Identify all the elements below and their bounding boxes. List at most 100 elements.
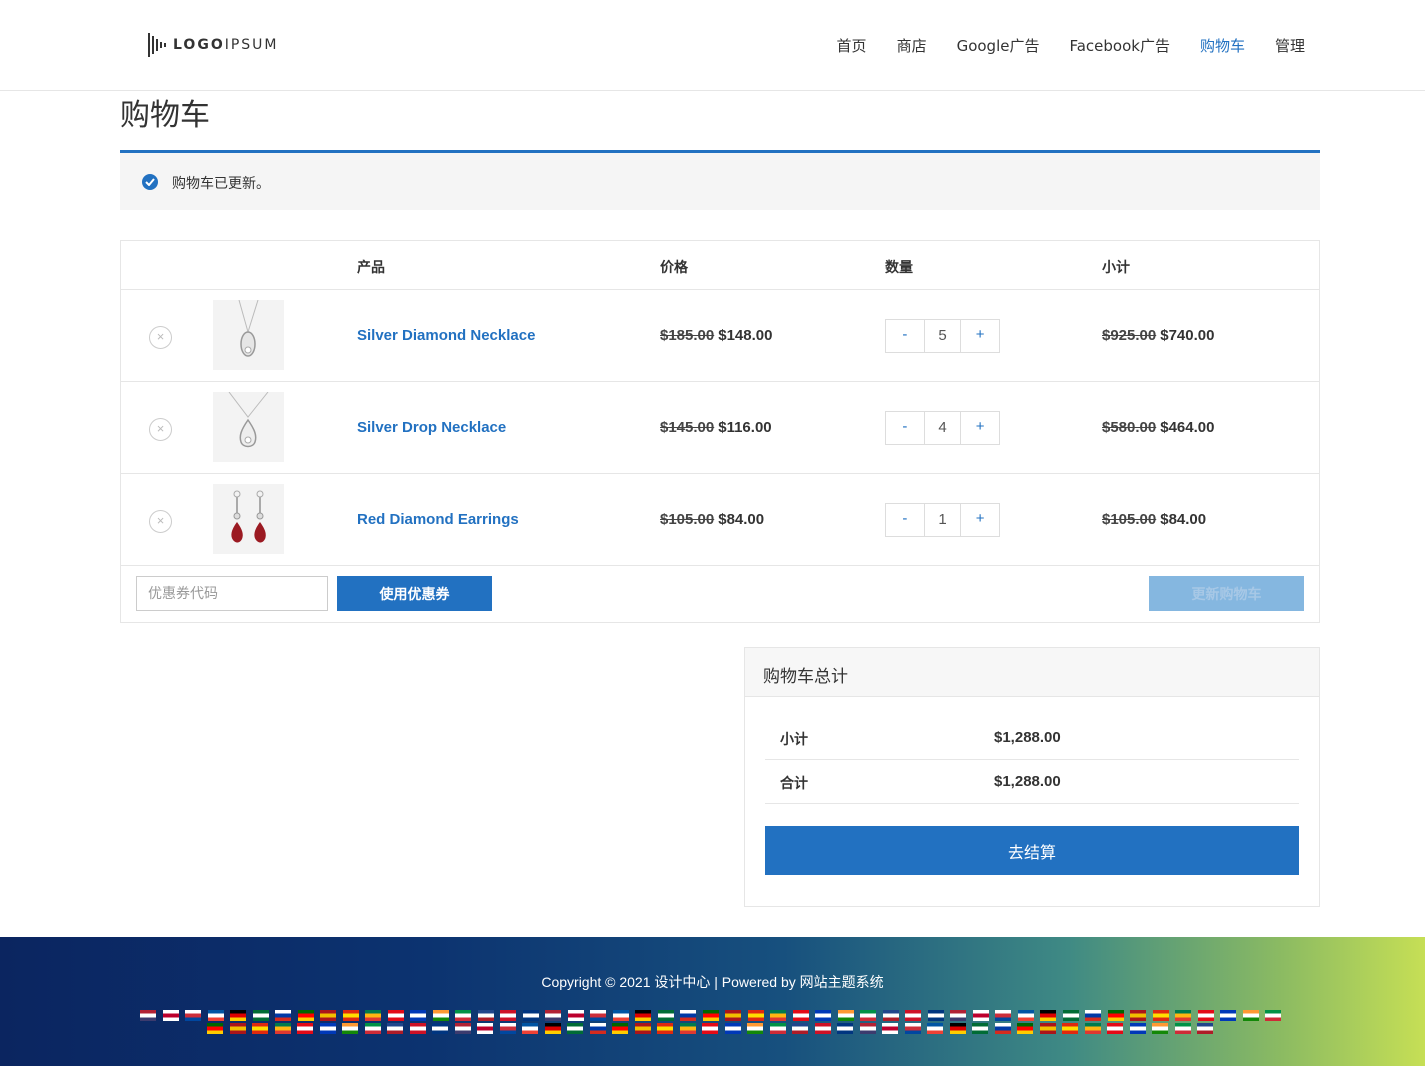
flag-icon[interactable] <box>815 1010 831 1021</box>
flag-icon[interactable] <box>747 1023 763 1034</box>
flag-icon[interactable] <box>140 1010 156 1021</box>
flag-icon[interactable] <box>1152 1010 1169 1021</box>
flag-icon[interactable] <box>387 1010 404 1021</box>
flag-icon[interactable] <box>1039 1023 1056 1034</box>
flag-icon[interactable] <box>387 1023 403 1034</box>
flag-icon[interactable] <box>1152 1023 1168 1034</box>
flag-icon[interactable] <box>590 1010 606 1021</box>
quantity-input[interactable]: 4 <box>923 412 962 444</box>
flag-icon[interactable] <box>747 1010 764 1021</box>
decrease-quantity-button[interactable]: - <box>886 504 924 536</box>
flag-icon[interactable] <box>634 1023 651 1034</box>
flag-icon[interactable] <box>1220 1010 1236 1021</box>
flag-icon[interactable] <box>567 1023 583 1034</box>
flag-icon[interactable] <box>1084 1023 1101 1034</box>
flag-icon[interactable] <box>545 1010 561 1021</box>
flag-icon[interactable] <box>409 1023 426 1034</box>
flag-icon[interactable] <box>972 1023 988 1034</box>
decrease-quantity-button[interactable]: - <box>886 320 924 352</box>
flag-icon[interactable] <box>994 1023 1011 1034</box>
flag-icon[interactable] <box>972 1010 989 1021</box>
remove-item-button[interactable]: × <box>149 510 172 533</box>
flag-icon[interactable] <box>522 1010 539 1021</box>
flag-icon[interactable] <box>1107 1023 1123 1034</box>
flag-icon[interactable] <box>1085 1010 1101 1021</box>
flag-icon[interactable] <box>1174 1023 1191 1034</box>
increase-quantity-button[interactable]: + <box>961 504 999 536</box>
flag-icon[interactable] <box>544 1023 561 1034</box>
nav-item-facebook-ads[interactable]: Facebook广告 <box>1069 36 1169 56</box>
flag-icon[interactable] <box>949 1023 966 1034</box>
flag-icon[interactable] <box>1242 1010 1259 1021</box>
flag-icon[interactable] <box>882 1010 899 1021</box>
flag-icon[interactable] <box>297 1010 314 1021</box>
flag-icon[interactable] <box>837 1023 853 1034</box>
flag-icon[interactable] <box>1062 1023 1078 1034</box>
flag-icon[interactable] <box>837 1010 854 1021</box>
flag-icon[interactable] <box>814 1023 831 1034</box>
flag-icon[interactable] <box>904 1023 921 1034</box>
flag-icon[interactable] <box>432 1010 449 1021</box>
flag-icon[interactable] <box>252 1010 269 1021</box>
flag-icon[interactable] <box>995 1010 1011 1021</box>
flag-icon[interactable] <box>432 1023 448 1034</box>
flag-icon[interactable] <box>860 1010 876 1021</box>
flag-icon[interactable] <box>567 1010 584 1021</box>
quantity-input[interactable]: 1 <box>923 504 962 536</box>
flag-icon[interactable] <box>1107 1010 1124 1021</box>
site-logo[interactable]: LOGOIPSUM <box>147 31 279 59</box>
flag-icon[interactable] <box>792 1023 808 1034</box>
product-thumbnail[interactable] <box>213 300 284 370</box>
product-thumbnail[interactable] <box>213 392 284 462</box>
flag-icon[interactable] <box>589 1023 606 1034</box>
nav-item-google-ads[interactable]: Google广告 <box>957 36 1040 56</box>
product-link[interactable]: Silver Diamond Necklace <box>357 327 535 344</box>
flag-icon[interactable] <box>905 1010 921 1021</box>
flag-icon[interactable] <box>1040 1010 1056 1021</box>
flag-icon[interactable] <box>657 1010 674 1021</box>
flag-icon[interactable] <box>207 1010 224 1021</box>
flag-icon[interactable] <box>252 1023 268 1034</box>
nav-item-shop[interactable]: 商店 <box>897 36 927 56</box>
flag-icon[interactable] <box>882 1023 898 1034</box>
product-link[interactable]: Red Diamond Earrings <box>357 511 519 528</box>
flag-icon[interactable] <box>499 1023 516 1034</box>
nav-item-cart[interactable]: 购物车 <box>1200 36 1245 56</box>
checkout-button[interactable]: 去结算 <box>765 826 1299 875</box>
remove-item-button[interactable]: × <box>149 326 172 349</box>
flag-icon[interactable] <box>364 1023 381 1034</box>
flag-icon[interactable] <box>635 1010 651 1021</box>
flag-icon[interactable] <box>1062 1010 1079 1021</box>
flag-icon[interactable] <box>207 1023 223 1034</box>
flag-icon[interactable] <box>229 1023 246 1034</box>
flag-icon[interactable] <box>612 1023 628 1034</box>
flag-icon[interactable] <box>1265 1010 1281 1021</box>
flag-icon[interactable] <box>770 1010 786 1021</box>
product-thumbnail[interactable] <box>213 484 284 554</box>
flag-icon[interactable] <box>342 1023 358 1034</box>
flag-icon[interactable] <box>297 1023 313 1034</box>
nav-item-home[interactable]: 首页 <box>837 36 867 56</box>
decrease-quantity-button[interactable]: - <box>886 412 924 444</box>
product-link[interactable]: Silver Drop Necklace <box>357 419 506 436</box>
flag-icon[interactable] <box>274 1023 291 1034</box>
coupon-code-input[interactable] <box>136 576 328 611</box>
nav-item-admin[interactable]: 管理 <box>1275 36 1305 56</box>
flag-icon[interactable] <box>1175 1010 1191 1021</box>
flag-icon[interactable] <box>927 1010 944 1021</box>
flag-icon[interactable] <box>702 1023 718 1034</box>
flag-icon[interactable] <box>950 1010 966 1021</box>
quantity-input[interactable]: 5 <box>923 320 962 352</box>
flag-icon[interactable] <box>275 1010 291 1021</box>
flag-icon[interactable] <box>162 1010 179 1021</box>
flag-icon[interactable] <box>680 1010 696 1021</box>
flag-icon[interactable] <box>725 1010 741 1021</box>
flag-icon[interactable] <box>477 1023 493 1034</box>
apply-coupon-button[interactable]: 使用优惠券 <box>337 576 492 611</box>
remove-item-button[interactable]: × <box>149 418 172 441</box>
flag-icon[interactable] <box>522 1023 538 1034</box>
flag-icon[interactable] <box>859 1023 876 1034</box>
flag-icon[interactable] <box>1130 1010 1146 1021</box>
flag-icon[interactable] <box>769 1023 786 1034</box>
increase-quantity-button[interactable]: + <box>961 320 999 352</box>
